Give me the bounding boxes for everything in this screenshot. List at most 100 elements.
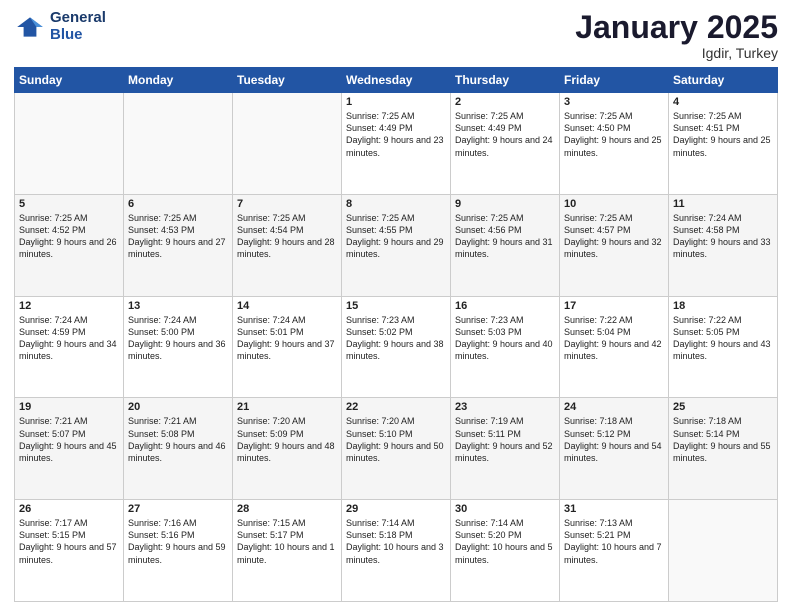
- cell-content: Sunrise: 7:24 AMSunset: 5:01 PMDaylight:…: [237, 314, 337, 363]
- calendar-cell: 30Sunrise: 7:14 AMSunset: 5:20 PMDayligh…: [451, 500, 560, 602]
- day-number: 25: [673, 401, 773, 413]
- cell-content: Sunrise: 7:16 AMSunset: 5:16 PMDaylight:…: [128, 517, 228, 566]
- cell-content: Sunrise: 7:23 AMSunset: 5:02 PMDaylight:…: [346, 314, 446, 363]
- day-number: 20: [128, 401, 228, 413]
- calendar-cell: 9 Sunrise: 7:25 AMSunset: 4:56 PMDaylight…: [451, 194, 560, 296]
- day-number: 23: [455, 401, 555, 413]
- logo-text: General Blue: [50, 10, 106, 43]
- logo-bird-icon: [14, 11, 46, 43]
- calendar-cell: 7 Sunrise: 7:25 AMSunset: 4:54 PMDaylight…: [233, 194, 342, 296]
- calendar-cell: [15, 93, 124, 195]
- cell-content: Sunrise: 7:21 AMSunset: 5:08 PMDaylight:…: [128, 415, 228, 464]
- calendar-cell: 24 Sunrise: 7:18 AMSunset: 5:12 PMDayligh…: [560, 398, 669, 500]
- calendar-cell: 12 Sunrise: 7:24 AMSunset: 4:59 PMDayligh…: [15, 296, 124, 398]
- day-number: 9: [455, 198, 555, 210]
- calendar-week-1: 1 Sunrise: 7:25 AMSunset: 4:49 PMDaylight…: [15, 93, 778, 195]
- day-number: 8: [346, 198, 446, 210]
- day-number: 28: [237, 503, 337, 515]
- calendar-cell: 5Sunrise: 7:25 AMSunset: 4:52 PMDaylight…: [15, 194, 124, 296]
- cell-content: Sunrise: 7:25 AMSunset: 4:53 PMDaylight:…: [128, 212, 228, 261]
- page: General Blue January 2025 Igdir, Turkey …: [0, 0, 792, 612]
- header: General Blue January 2025 Igdir, Turkey: [14, 10, 778, 61]
- calendar-cell: 21 Sunrise: 7:20 AMSunset: 5:09 PMDayligh…: [233, 398, 342, 500]
- cell-content: Sunrise: 7:18 AMSunset: 5:12 PMDaylight:…: [564, 415, 664, 464]
- cell-content: Sunrise: 7:21 AMSunset: 5:07 PMDaylight:…: [19, 415, 119, 464]
- cell-content: Sunrise: 7:17 AMSunset: 5:15 PMDaylight:…: [19, 517, 119, 566]
- day-number: 10: [564, 198, 664, 210]
- calendar-cell: 14Sunrise: 7:24 AMSunset: 5:01 PMDayligh…: [233, 296, 342, 398]
- day-number: 26: [19, 503, 119, 515]
- calendar-cell: 28 Sunrise: 7:15 AMSunset: 5:17 PMDayligh…: [233, 500, 342, 602]
- day-number: 11: [673, 198, 773, 210]
- cell-content: Sunrise: 7:25 AMSunset: 4:49 PMDaylight:…: [455, 110, 555, 159]
- cell-content: Sunrise: 7:25 AMSunset: 4:55 PMDaylight:…: [346, 212, 446, 261]
- calendar-cell: 17 Sunrise: 7:22 AMSunset: 5:04 PMDayligh…: [560, 296, 669, 398]
- calendar-cell: 22 Sunrise: 7:20 AMSunset: 5:10 PMDayligh…: [342, 398, 451, 500]
- day-number: 22: [346, 401, 446, 413]
- cell-content: Sunrise: 7:20 AMSunset: 5:09 PMDaylight:…: [237, 415, 337, 464]
- day-number: 31: [564, 503, 664, 515]
- day-number: 24: [564, 401, 664, 413]
- day-number: 1: [346, 96, 446, 108]
- cell-content: Sunrise: 7:14 AMSunset: 5:20 PMDaylight:…: [455, 517, 555, 566]
- cell-content: Sunrise: 7:25 AMSunset: 4:51 PMDaylight:…: [673, 110, 773, 159]
- cell-content: Sunrise: 7:25 AMSunset: 4:56 PMDaylight:…: [455, 212, 555, 261]
- calendar-cell: 18 Sunrise: 7:22 AMSunset: 5:05 PMDayligh…: [669, 296, 778, 398]
- calendar-cell: 26 Sunrise: 7:17 AMSunset: 5:15 PMDayligh…: [15, 500, 124, 602]
- calendar-cell: 8 Sunrise: 7:25 AMSunset: 4:55 PMDaylight…: [342, 194, 451, 296]
- calendar-cell: 11 Sunrise: 7:24 AMSunset: 4:58 PMDayligh…: [669, 194, 778, 296]
- calendar-cell: 31 Sunrise: 7:13 AMSunset: 5:21 PMDayligh…: [560, 500, 669, 602]
- cell-content: Sunrise: 7:23 AMSunset: 5:03 PMDaylight:…: [455, 314, 555, 363]
- cell-content: Sunrise: 7:24 AMSunset: 5:00 PMDaylight:…: [128, 314, 228, 363]
- cell-content: Sunrise: 7:24 AMSunset: 4:58 PMDaylight:…: [673, 212, 773, 261]
- day-number: 12: [19, 300, 119, 312]
- day-number: 6: [128, 198, 228, 210]
- day-number: 19: [19, 401, 119, 413]
- day-number: 7: [237, 198, 337, 210]
- cell-content: Sunrise: 7:25 AMSunset: 4:49 PMDaylight:…: [346, 110, 446, 159]
- calendar-cell: 3Sunrise: 7:25 AMSunset: 4:50 PMDaylight…: [560, 93, 669, 195]
- day-number: 2: [455, 96, 555, 108]
- cell-content: Sunrise: 7:25 AMSunset: 4:54 PMDaylight:…: [237, 212, 337, 261]
- calendar-cell: 16 Sunrise: 7:23 AMSunset: 5:03 PMDayligh…: [451, 296, 560, 398]
- calendar-week-4: 19 Sunrise: 7:21 AMSunset: 5:07 PMDayligh…: [15, 398, 778, 500]
- calendar-cell: 4Sunrise: 7:25 AMSunset: 4:51 PMDaylight…: [669, 93, 778, 195]
- calendar-cell: 10 Sunrise: 7:25 AMSunset: 4:57 PMDayligh…: [560, 194, 669, 296]
- calendar-cell: 25 Sunrise: 7:18 AMSunset: 5:14 PMDayligh…: [669, 398, 778, 500]
- cell-content: Sunrise: 7:22 AMSunset: 5:04 PMDaylight:…: [564, 314, 664, 363]
- calendar-cell: 2 Sunrise: 7:25 AMSunset: 4:49 PMDaylight…: [451, 93, 560, 195]
- day-number: 18: [673, 300, 773, 312]
- calendar-cell: 13 Sunrise: 7:24 AMSunset: 5:00 PMDayligh…: [124, 296, 233, 398]
- logo: General Blue: [14, 10, 106, 43]
- calendar-cell: 20 Sunrise: 7:21 AMSunset: 5:08 PMDayligh…: [124, 398, 233, 500]
- cell-content: Sunrise: 7:15 AMSunset: 5:17 PMDaylight:…: [237, 517, 337, 566]
- title-block: January 2025 Igdir, Turkey: [575, 10, 778, 61]
- calendar-cell: [124, 93, 233, 195]
- month-title: January 2025: [575, 10, 778, 45]
- cell-content: Sunrise: 7:14 AMSunset: 5:18 PMDaylight:…: [346, 517, 446, 566]
- calendar-cell: 19 Sunrise: 7:21 AMSunset: 5:07 PMDayligh…: [15, 398, 124, 500]
- calendar-table: SundayMondayTuesdayWednesdayThursdayFrid…: [14, 67, 778, 602]
- day-number: 15: [346, 300, 446, 312]
- calendar-header-sunday: Sunday: [15, 68, 124, 93]
- calendar-cell: 1 Sunrise: 7:25 AMSunset: 4:49 PMDaylight…: [342, 93, 451, 195]
- calendar-cell: 15 Sunrise: 7:23 AMSunset: 5:02 PMDayligh…: [342, 296, 451, 398]
- cell-content: Sunrise: 7:13 AMSunset: 5:21 PMDaylight:…: [564, 517, 664, 566]
- day-number: 21: [237, 401, 337, 413]
- calendar-header-wednesday: Wednesday: [342, 68, 451, 93]
- calendar-cell: 6 Sunrise: 7:25 AMSunset: 4:53 PMDaylight…: [124, 194, 233, 296]
- cell-content: Sunrise: 7:22 AMSunset: 5:05 PMDaylight:…: [673, 314, 773, 363]
- calendar-header-tuesday: Tuesday: [233, 68, 342, 93]
- cell-content: Sunrise: 7:18 AMSunset: 5:14 PMDaylight:…: [673, 415, 773, 464]
- day-number: 13: [128, 300, 228, 312]
- cell-content: Sunrise: 7:24 AMSunset: 4:59 PMDaylight:…: [19, 314, 119, 363]
- cell-content: Sunrise: 7:20 AMSunset: 5:10 PMDaylight:…: [346, 415, 446, 464]
- calendar-header-thursday: Thursday: [451, 68, 560, 93]
- day-number: 17: [564, 300, 664, 312]
- calendar-header-row: SundayMondayTuesdayWednesdayThursdayFrid…: [15, 68, 778, 93]
- cell-content: Sunrise: 7:25 AMSunset: 4:57 PMDaylight:…: [564, 212, 664, 261]
- calendar-header-friday: Friday: [560, 68, 669, 93]
- day-number: 16: [455, 300, 555, 312]
- calendar-week-2: 5Sunrise: 7:25 AMSunset: 4:52 PMDaylight…: [15, 194, 778, 296]
- calendar-header-monday: Monday: [124, 68, 233, 93]
